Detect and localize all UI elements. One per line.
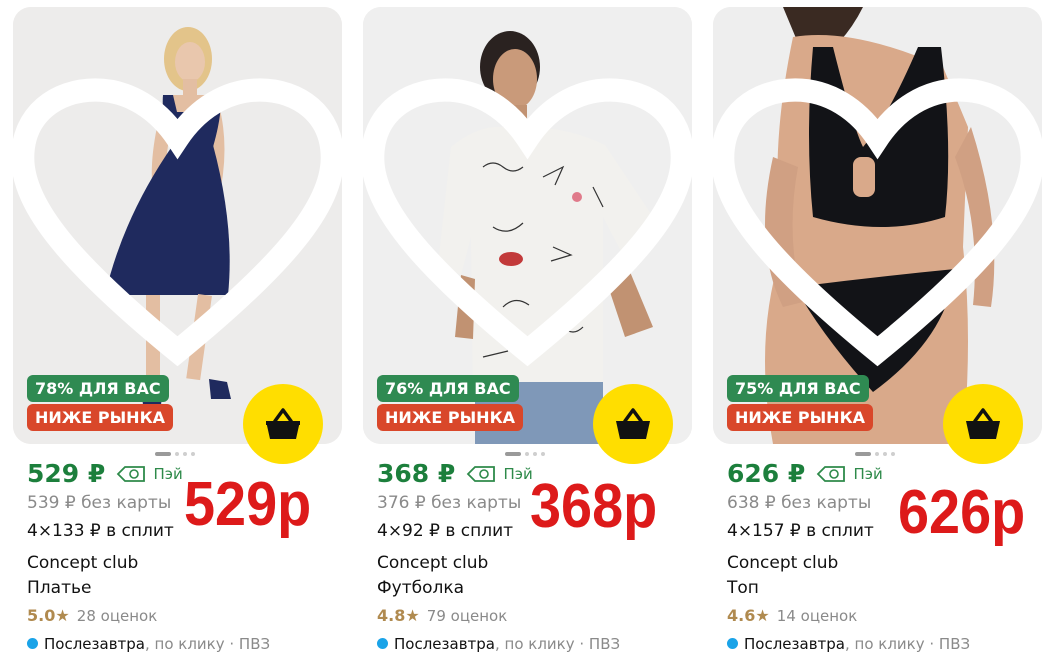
price-row: 626 ₽ Пэй: [727, 459, 883, 495]
delivery-dot-icon: [27, 638, 38, 649]
rating-value: 5.0: [27, 606, 56, 625]
price-row: 368 ₽ Пэй: [377, 459, 533, 495]
price: 529 ₽: [27, 459, 106, 488]
star-icon: ★: [755, 606, 770, 625]
product-type[interactable]: Футболка: [377, 578, 464, 598]
price-without-card: 376 ₽ без карты: [377, 493, 522, 513]
rating-row: 4.8★ 79 оценок: [377, 606, 507, 625]
rating-value: 4.8: [377, 606, 406, 625]
discount-badge: 76% ДЛЯ ВАС: [377, 375, 519, 402]
image-pager[interactable]: [505, 452, 551, 456]
pay-label: Пэй: [153, 464, 183, 483]
split-payment[interactable]: 4×157 ₽ в сплит: [727, 521, 874, 541]
brand-name[interactable]: Concept club: [727, 553, 838, 573]
delivery-info: Послезавтра, по клику · ПВЗ: [377, 635, 620, 653]
star-icon: ★: [55, 606, 70, 625]
price-row: 529 ₽ Пэй: [27, 459, 183, 495]
rating-value: 4.6: [727, 606, 756, 625]
product-card[interactable]: 75% ДЛЯ ВАС НИЖЕ РЫНКА 626 ₽ Пэй 638 ₽ б…: [713, 7, 1042, 667]
product-type[interactable]: Топ: [727, 578, 759, 598]
delivery-method: , по клику · ПВЗ: [844, 635, 971, 653]
discount-badge: 75% ДЛЯ ВАС: [727, 375, 869, 402]
delivery-info: Послезавтра, по клику · ПВЗ: [27, 635, 270, 653]
rating-row: 4.6★ 14 оценок: [727, 606, 857, 625]
pay-label: Пэй: [503, 464, 533, 483]
basket-icon: [616, 408, 650, 439]
product-image[interactable]: 75% ДЛЯ ВАС НИЖЕ РЫНКА: [713, 7, 1042, 444]
brand-name[interactable]: Concept club: [377, 553, 488, 573]
overlay-price: 368р: [530, 472, 658, 541]
below-market-badge: НИЖЕ РЫНКА: [377, 404, 524, 431]
pay-badge-icon: [817, 465, 846, 482]
delivery-method: , по клику · ПВЗ: [494, 635, 621, 653]
split-payment[interactable]: 4×133 ₽ в сплит: [27, 521, 174, 541]
review-count: 14 оценок: [776, 607, 858, 625]
delivery-date: Послезавтра: [44, 635, 145, 653]
star-icon: ★: [405, 606, 420, 625]
product-image[interactable]: 76% ДЛЯ ВАС НИЖЕ РЫНКА: [363, 7, 692, 444]
delivery-info: Послезавтра, по клику · ПВЗ: [727, 635, 970, 653]
image-pager[interactable]: [855, 452, 901, 456]
image-pager[interactable]: [155, 452, 201, 456]
price-without-card: 539 ₽ без карты: [27, 493, 172, 513]
add-to-cart-button[interactable]: [593, 384, 673, 464]
below-market-badge: НИЖЕ РЫНКА: [27, 404, 174, 431]
add-to-cart-button[interactable]: [943, 384, 1023, 464]
pay-badge-icon: [467, 465, 496, 482]
pay-label: Пэй: [853, 464, 883, 483]
product-type[interactable]: Платье: [27, 578, 91, 598]
discount-badge: 78% ДЛЯ ВАС: [27, 375, 169, 402]
overlay-price: 529р: [184, 470, 312, 539]
delivery-method: , по клику · ПВЗ: [144, 635, 271, 653]
delivery-date: Послезавтра: [744, 635, 845, 653]
product-image[interactable]: 78% ДЛЯ ВАС НИЖЕ РЫНКА: [13, 7, 342, 444]
price: 368 ₽: [377, 459, 456, 488]
review-count: 28 оценок: [76, 607, 158, 625]
rating-row: 5.0★ 28 оценок: [27, 606, 157, 625]
overlay-price: 626р: [898, 478, 1026, 547]
delivery-dot-icon: [727, 638, 738, 649]
split-payment[interactable]: 4×92 ₽ в сплит: [377, 521, 513, 541]
add-to-cart-button[interactable]: [243, 384, 323, 464]
product-card[interactable]: 76% ДЛЯ ВАС НИЖЕ РЫНКА 368 ₽ Пэй 376 ₽ б…: [363, 7, 692, 667]
delivery-date: Послезавтра: [394, 635, 495, 653]
review-count: 79 оценок: [426, 607, 508, 625]
brand-name[interactable]: Concept club: [27, 553, 138, 573]
below-market-badge: НИЖЕ РЫНКА: [727, 404, 874, 431]
delivery-dot-icon: [377, 638, 388, 649]
basket-icon: [266, 408, 300, 439]
price-without-card: 638 ₽ без карты: [727, 493, 872, 513]
pay-badge-icon: [117, 465, 146, 482]
basket-icon: [966, 408, 1000, 439]
product-card[interactable]: 78% ДЛЯ ВАС НИЖЕ РЫНКА 529 ₽ Пэй 539 ₽ б…: [13, 7, 342, 667]
price: 626 ₽: [727, 459, 806, 488]
